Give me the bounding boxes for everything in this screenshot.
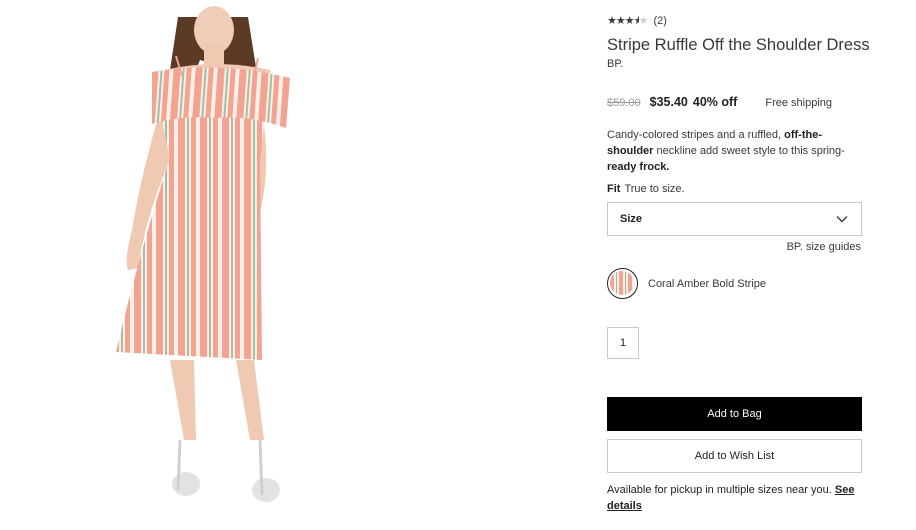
description-text: Candy-colored stripes and a ruffled, [607,129,785,141]
original-price: $59.00 [607,97,641,109]
color-swatch[interactable] [607,268,638,299]
star-icon: ★★★★★ [607,15,648,27]
brand-name[interactable]: BP. [607,58,623,70]
fit-value: True to size. [624,183,685,195]
size-guides-link[interactable]: BP. size guides [787,241,861,253]
add-to-wish-list-button[interactable]: Add to Wish List [607,439,862,473]
fit-label: Fit [607,183,621,195]
product-image[interactable] [0,0,380,525]
pickup-text: Available for pickup in multiple sizes n… [607,484,835,496]
review-count[interactable]: (2) [653,15,666,27]
description-bold: ready frock. [607,161,670,173]
quantity-input[interactable]: 1 [607,327,639,359]
price-row: $59.00 $35.40 40% off Free shipping [607,95,863,109]
discount-label: 40% off [692,95,738,109]
sale-price: $35.40 [649,95,688,109]
chevron-down-icon [836,216,848,223]
size-select-label: Size [620,213,643,225]
size-select[interactable]: Size [607,202,862,236]
add-to-bag-button[interactable]: Add to Bag [607,397,862,431]
product-description: Candy-colored stripes and a ruffled, off… [607,127,863,175]
product-title: Stripe Ruffle Off the Shoulder Dress [607,36,870,54]
color-name: Coral Amber Bold Stripe [648,278,766,290]
fit-info: Fit True to size. [607,183,685,195]
shipping-label: Free shipping [765,97,832,109]
rating[interactable]: ★★★★★ (2) [607,14,667,28]
description-text: neckline add sweet style to this spring- [653,145,845,157]
pickup-info: Available for pickup in multiple sizes n… [607,482,863,514]
